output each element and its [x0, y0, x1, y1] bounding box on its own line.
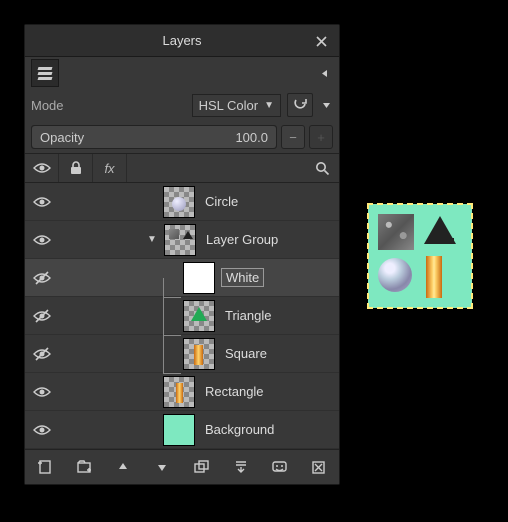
layer-name[interactable]: Layer Group	[202, 231, 282, 248]
layer-name[interactable]: Triangle	[221, 307, 275, 324]
layer-name[interactable]: Circle	[201, 193, 242, 210]
visibility-header[interactable]	[25, 154, 59, 182]
opacity-plus-button[interactable]: +	[309, 125, 333, 149]
visibility-toggle[interactable]	[25, 347, 59, 361]
mode-dropdown[interactable]: HSL Color ▼	[192, 94, 281, 117]
layer-row-triangle[interactable]: Triangle	[25, 297, 339, 335]
opacity-minus-button[interactable]: −	[281, 125, 305, 149]
layer-thumbnail	[183, 300, 215, 332]
opacity-value: 100.0	[235, 130, 268, 145]
canvas-square-texture	[378, 214, 414, 250]
mode-expand-icon[interactable]	[319, 93, 333, 117]
mode-row: Mode HSL Color ▼	[25, 89, 339, 121]
visibility-toggle[interactable]	[25, 386, 59, 398]
opacity-label: Opacity	[40, 130, 84, 145]
visibility-toggle[interactable]	[25, 234, 59, 246]
layer-list: Circle ▼ Layer Group	[25, 183, 339, 449]
layer-thumbnail	[164, 224, 196, 256]
layer-thumbnail	[163, 414, 195, 446]
search-button[interactable]	[305, 161, 339, 176]
layer-row-white[interactable]: White	[25, 259, 339, 297]
close-button[interactable]	[309, 29, 333, 53]
new-group-button[interactable]	[72, 456, 96, 478]
layer-name[interactable]: Background	[201, 421, 278, 438]
visibility-toggle[interactable]	[25, 196, 59, 208]
opacity-row: Opacity 100.0 − +	[25, 121, 339, 153]
layer-thumbnail	[183, 338, 215, 370]
layer-row-background[interactable]: Background	[25, 411, 339, 449]
layer-list-header: fx	[25, 153, 339, 183]
fx-header[interactable]: fx	[93, 154, 127, 182]
mode-switch-button[interactable]	[287, 93, 313, 117]
layer-actions-bar	[25, 449, 339, 484]
layer-row-group[interactable]: ▼ Layer Group	[25, 221, 339, 259]
chevron-down-icon: ▼	[264, 100, 274, 111]
lower-layer-button[interactable]	[150, 456, 174, 478]
expand-toggle[interactable]: ▼	[145, 234, 159, 245]
layer-thumbnail	[163, 186, 195, 218]
layer-row-rectangle[interactable]: Rectangle	[25, 373, 339, 411]
layers-tab[interactable]	[31, 59, 59, 87]
canvas-preview	[368, 204, 472, 308]
visibility-toggle[interactable]	[25, 424, 59, 436]
opacity-slider[interactable]: Opacity 100.0	[31, 125, 277, 149]
raise-layer-button[interactable]	[111, 456, 135, 478]
layer-name[interactable]: Square	[221, 345, 271, 362]
mask-button[interactable]	[268, 456, 292, 478]
merge-down-button[interactable]	[229, 456, 253, 478]
panel-title: Layers	[162, 33, 201, 48]
delete-layer-button[interactable]	[307, 456, 331, 478]
visibility-toggle[interactable]	[25, 309, 59, 323]
layer-row-circle[interactable]: Circle	[25, 183, 339, 221]
lock-header[interactable]	[59, 154, 93, 182]
canvas-rectangle	[426, 256, 442, 298]
layer-thumbnail	[163, 376, 195, 408]
layer-name[interactable]: White	[221, 268, 264, 287]
layer-thumbnail	[183, 262, 215, 294]
layers-panel: Layers Mode HSL Color ▼ Opacity 10	[24, 24, 340, 485]
layer-row-square[interactable]: Square	[25, 335, 339, 373]
dock-tab-row	[25, 57, 339, 89]
new-layer-button[interactable]	[33, 456, 57, 478]
mode-label: Mode	[31, 98, 64, 113]
layers-icon	[38, 67, 52, 80]
duplicate-layer-button[interactable]	[190, 456, 214, 478]
layer-name[interactable]: Rectangle	[201, 383, 268, 400]
visibility-toggle[interactable]	[25, 271, 59, 285]
titlebar: Layers	[25, 25, 339, 57]
canvas-circle	[378, 258, 412, 292]
canvas-triangle	[424, 216, 456, 244]
mode-value: HSL Color	[199, 98, 258, 113]
panel-menu-button[interactable]	[315, 64, 333, 82]
